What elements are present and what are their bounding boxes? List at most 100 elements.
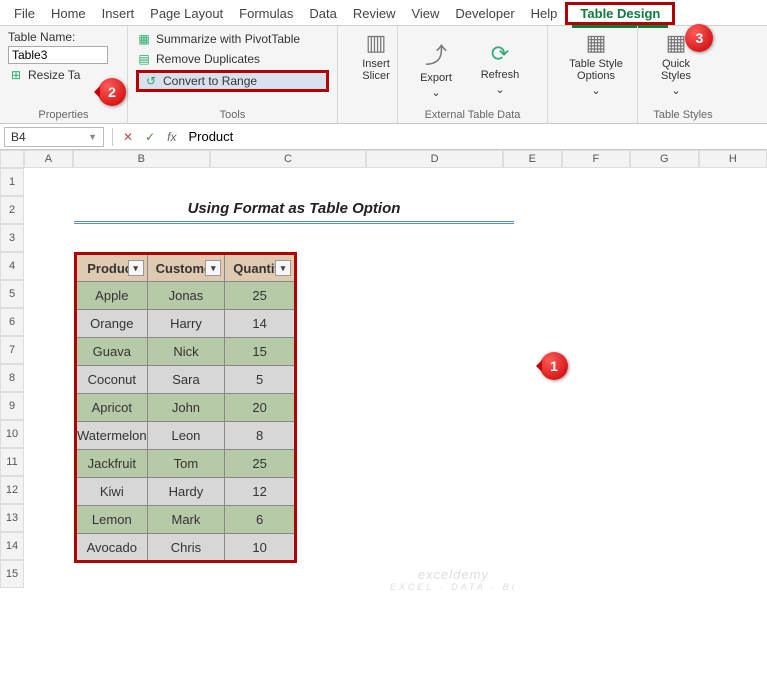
row-header-6[interactable]: 6 bbox=[0, 308, 24, 336]
table-cell[interactable]: Guava bbox=[76, 338, 148, 366]
tab-view[interactable]: View bbox=[403, 2, 447, 25]
table-cell[interactable]: Harry bbox=[147, 310, 225, 338]
table-cell[interactable]: 25 bbox=[225, 450, 296, 478]
convert-to-range-button[interactable]: ↺ Convert to Range bbox=[136, 70, 329, 92]
tab-home[interactable]: Home bbox=[43, 2, 94, 25]
col-header-H[interactable]: H bbox=[699, 150, 767, 168]
col-header-F[interactable]: F bbox=[562, 150, 630, 168]
group-properties-label: Properties bbox=[8, 107, 119, 121]
row-header-15[interactable]: 15 bbox=[0, 560, 24, 588]
remove-duplicates-button[interactable]: ▤ Remove Duplicates bbox=[136, 50, 329, 68]
table-row[interactable]: AvocadoChris10 bbox=[76, 534, 296, 562]
table-cell[interactable]: Chris bbox=[147, 534, 225, 562]
table-cell[interactable]: 8 bbox=[225, 422, 296, 450]
table-row[interactable]: JackfruitTom25 bbox=[76, 450, 296, 478]
convert-icon: ↺ bbox=[143, 73, 159, 89]
table-cell[interactable]: 10 bbox=[225, 534, 296, 562]
row-header-2[interactable]: 2 bbox=[0, 196, 24, 224]
row-header-9[interactable]: 9 bbox=[0, 392, 24, 420]
table-name-input[interactable] bbox=[8, 46, 108, 64]
table-cell[interactable]: Coconut bbox=[76, 366, 148, 394]
table-cell[interactable]: Watermelon bbox=[76, 422, 148, 450]
row-header-7[interactable]: 7 bbox=[0, 336, 24, 364]
name-box[interactable]: B4 ▼ bbox=[4, 127, 104, 147]
highlight-table-design: Table Design bbox=[565, 2, 675, 25]
table-cell[interactable]: Hardy bbox=[147, 478, 225, 506]
table-cell[interactable]: Avocado bbox=[76, 534, 148, 562]
row-header-11[interactable]: 11 bbox=[0, 448, 24, 476]
row-header-8[interactable]: 8 bbox=[0, 364, 24, 392]
row-header-12[interactable]: 12 bbox=[0, 476, 24, 504]
table-cell[interactable]: 20 bbox=[225, 394, 296, 422]
table-row[interactable]: CoconutSara5 bbox=[76, 366, 296, 394]
table-row[interactable]: KiwiHardy12 bbox=[76, 478, 296, 506]
table-cell[interactable]: Mark bbox=[147, 506, 225, 534]
col-header-C[interactable]: C bbox=[210, 150, 366, 168]
table-cell[interactable]: Leon bbox=[147, 422, 225, 450]
table-cell[interactable]: Tom bbox=[147, 450, 225, 478]
table-cell[interactable]: Apricot bbox=[76, 394, 148, 422]
export-button[interactable]: ⤴ Export⌄ bbox=[406, 30, 466, 107]
table-cell[interactable]: Jackfruit bbox=[76, 450, 148, 478]
col-header-A[interactable]: A bbox=[24, 150, 73, 168]
row-header-10[interactable]: 10 bbox=[0, 420, 24, 448]
table-row[interactable]: WatermelonLeon8 bbox=[76, 422, 296, 450]
tab-help[interactable]: Help bbox=[523, 2, 566, 25]
row-header-13[interactable]: 13 bbox=[0, 504, 24, 532]
tab-data[interactable]: Data bbox=[301, 2, 344, 25]
table-cell[interactable]: Lemon bbox=[76, 506, 148, 534]
filter-icon[interactable]: ▾ bbox=[128, 260, 144, 276]
table-header-product[interactable]: Product▾ bbox=[76, 254, 148, 282]
table-style-options-button[interactable]: ▦ Table Style Options⌄ bbox=[556, 30, 636, 97]
select-all-corner[interactable] bbox=[0, 150, 24, 168]
table-cell[interactable]: 12 bbox=[225, 478, 296, 506]
tab-insert[interactable]: Insert bbox=[94, 2, 143, 25]
summarize-pivot-button[interactable]: ▦ Summarize with PivotTable bbox=[136, 30, 329, 48]
table-cell[interactable]: Kiwi bbox=[76, 478, 148, 506]
table-cell[interactable]: Sara bbox=[147, 366, 225, 394]
table-cell[interactable]: Nick bbox=[147, 338, 225, 366]
fx-icon[interactable]: fx bbox=[161, 130, 182, 144]
col-header-B[interactable]: B bbox=[73, 150, 210, 168]
col-header-D[interactable]: D bbox=[366, 150, 503, 168]
table-cell[interactable]: Apple bbox=[76, 282, 148, 310]
table-cell[interactable]: John bbox=[147, 394, 225, 422]
refresh-button[interactable]: ⟳ Refresh⌄ bbox=[470, 30, 530, 107]
row-header-1[interactable]: 1 bbox=[0, 168, 24, 196]
tab-table-design[interactable]: Table Design bbox=[572, 2, 668, 28]
insert-slicer-button[interactable]: ▥ Insert Slicer bbox=[346, 30, 406, 82]
table-cell[interactable]: Jonas bbox=[147, 282, 225, 310]
table-cell[interactable]: 6 bbox=[225, 506, 296, 534]
table-row[interactable]: ApricotJohn20 bbox=[76, 394, 296, 422]
tab-developer[interactable]: Developer bbox=[447, 2, 522, 25]
table-cell[interactable]: 25 bbox=[225, 282, 296, 310]
tab-review[interactable]: Review bbox=[345, 2, 404, 25]
table-header-customer[interactable]: Customer▾ bbox=[147, 254, 225, 282]
table-row[interactable]: GuavaNick15 bbox=[76, 338, 296, 366]
table-header-quantity[interactable]: Quantity▾ bbox=[225, 254, 296, 282]
filter-icon[interactable]: ▾ bbox=[205, 260, 221, 276]
row-header-14[interactable]: 14 bbox=[0, 532, 24, 560]
table-cell[interactable]: 5 bbox=[225, 366, 296, 394]
col-header-E[interactable]: E bbox=[503, 150, 562, 168]
table-cell[interactable]: 14 bbox=[225, 310, 296, 338]
cancel-icon[interactable]: ✕ bbox=[117, 130, 139, 144]
filter-icon[interactable]: ▾ bbox=[275, 260, 291, 276]
col-header-G[interactable]: G bbox=[630, 150, 698, 168]
table-cell[interactable]: 15 bbox=[225, 338, 296, 366]
tab-formulas[interactable]: Formulas bbox=[231, 2, 301, 25]
table-row[interactable]: LemonMark6 bbox=[76, 506, 296, 534]
tab-file[interactable]: File bbox=[6, 2, 43, 25]
formula-input[interactable] bbox=[182, 127, 767, 146]
row-header-5[interactable]: 5 bbox=[0, 280, 24, 308]
ribbon: Table Name: ⊞ Resize Ta Properties 2 ▦ S… bbox=[0, 26, 767, 124]
row-header-4[interactable]: 4 bbox=[0, 252, 24, 280]
tab-page-layout[interactable]: Page Layout bbox=[142, 2, 231, 25]
table-cell[interactable]: Orange bbox=[76, 310, 148, 338]
data-table[interactable]: Product▾Customer▾Quantity▾ AppleJonas25O… bbox=[74, 252, 297, 563]
table-row[interactable]: OrangeHarry14 bbox=[76, 310, 296, 338]
table-row[interactable]: AppleJonas25 bbox=[76, 282, 296, 310]
row-header-3[interactable]: 3 bbox=[0, 224, 24, 252]
watermark: exceldemy EXCEL · DATA · BI bbox=[390, 567, 517, 592]
enter-icon[interactable]: ✓ bbox=[139, 130, 161, 144]
